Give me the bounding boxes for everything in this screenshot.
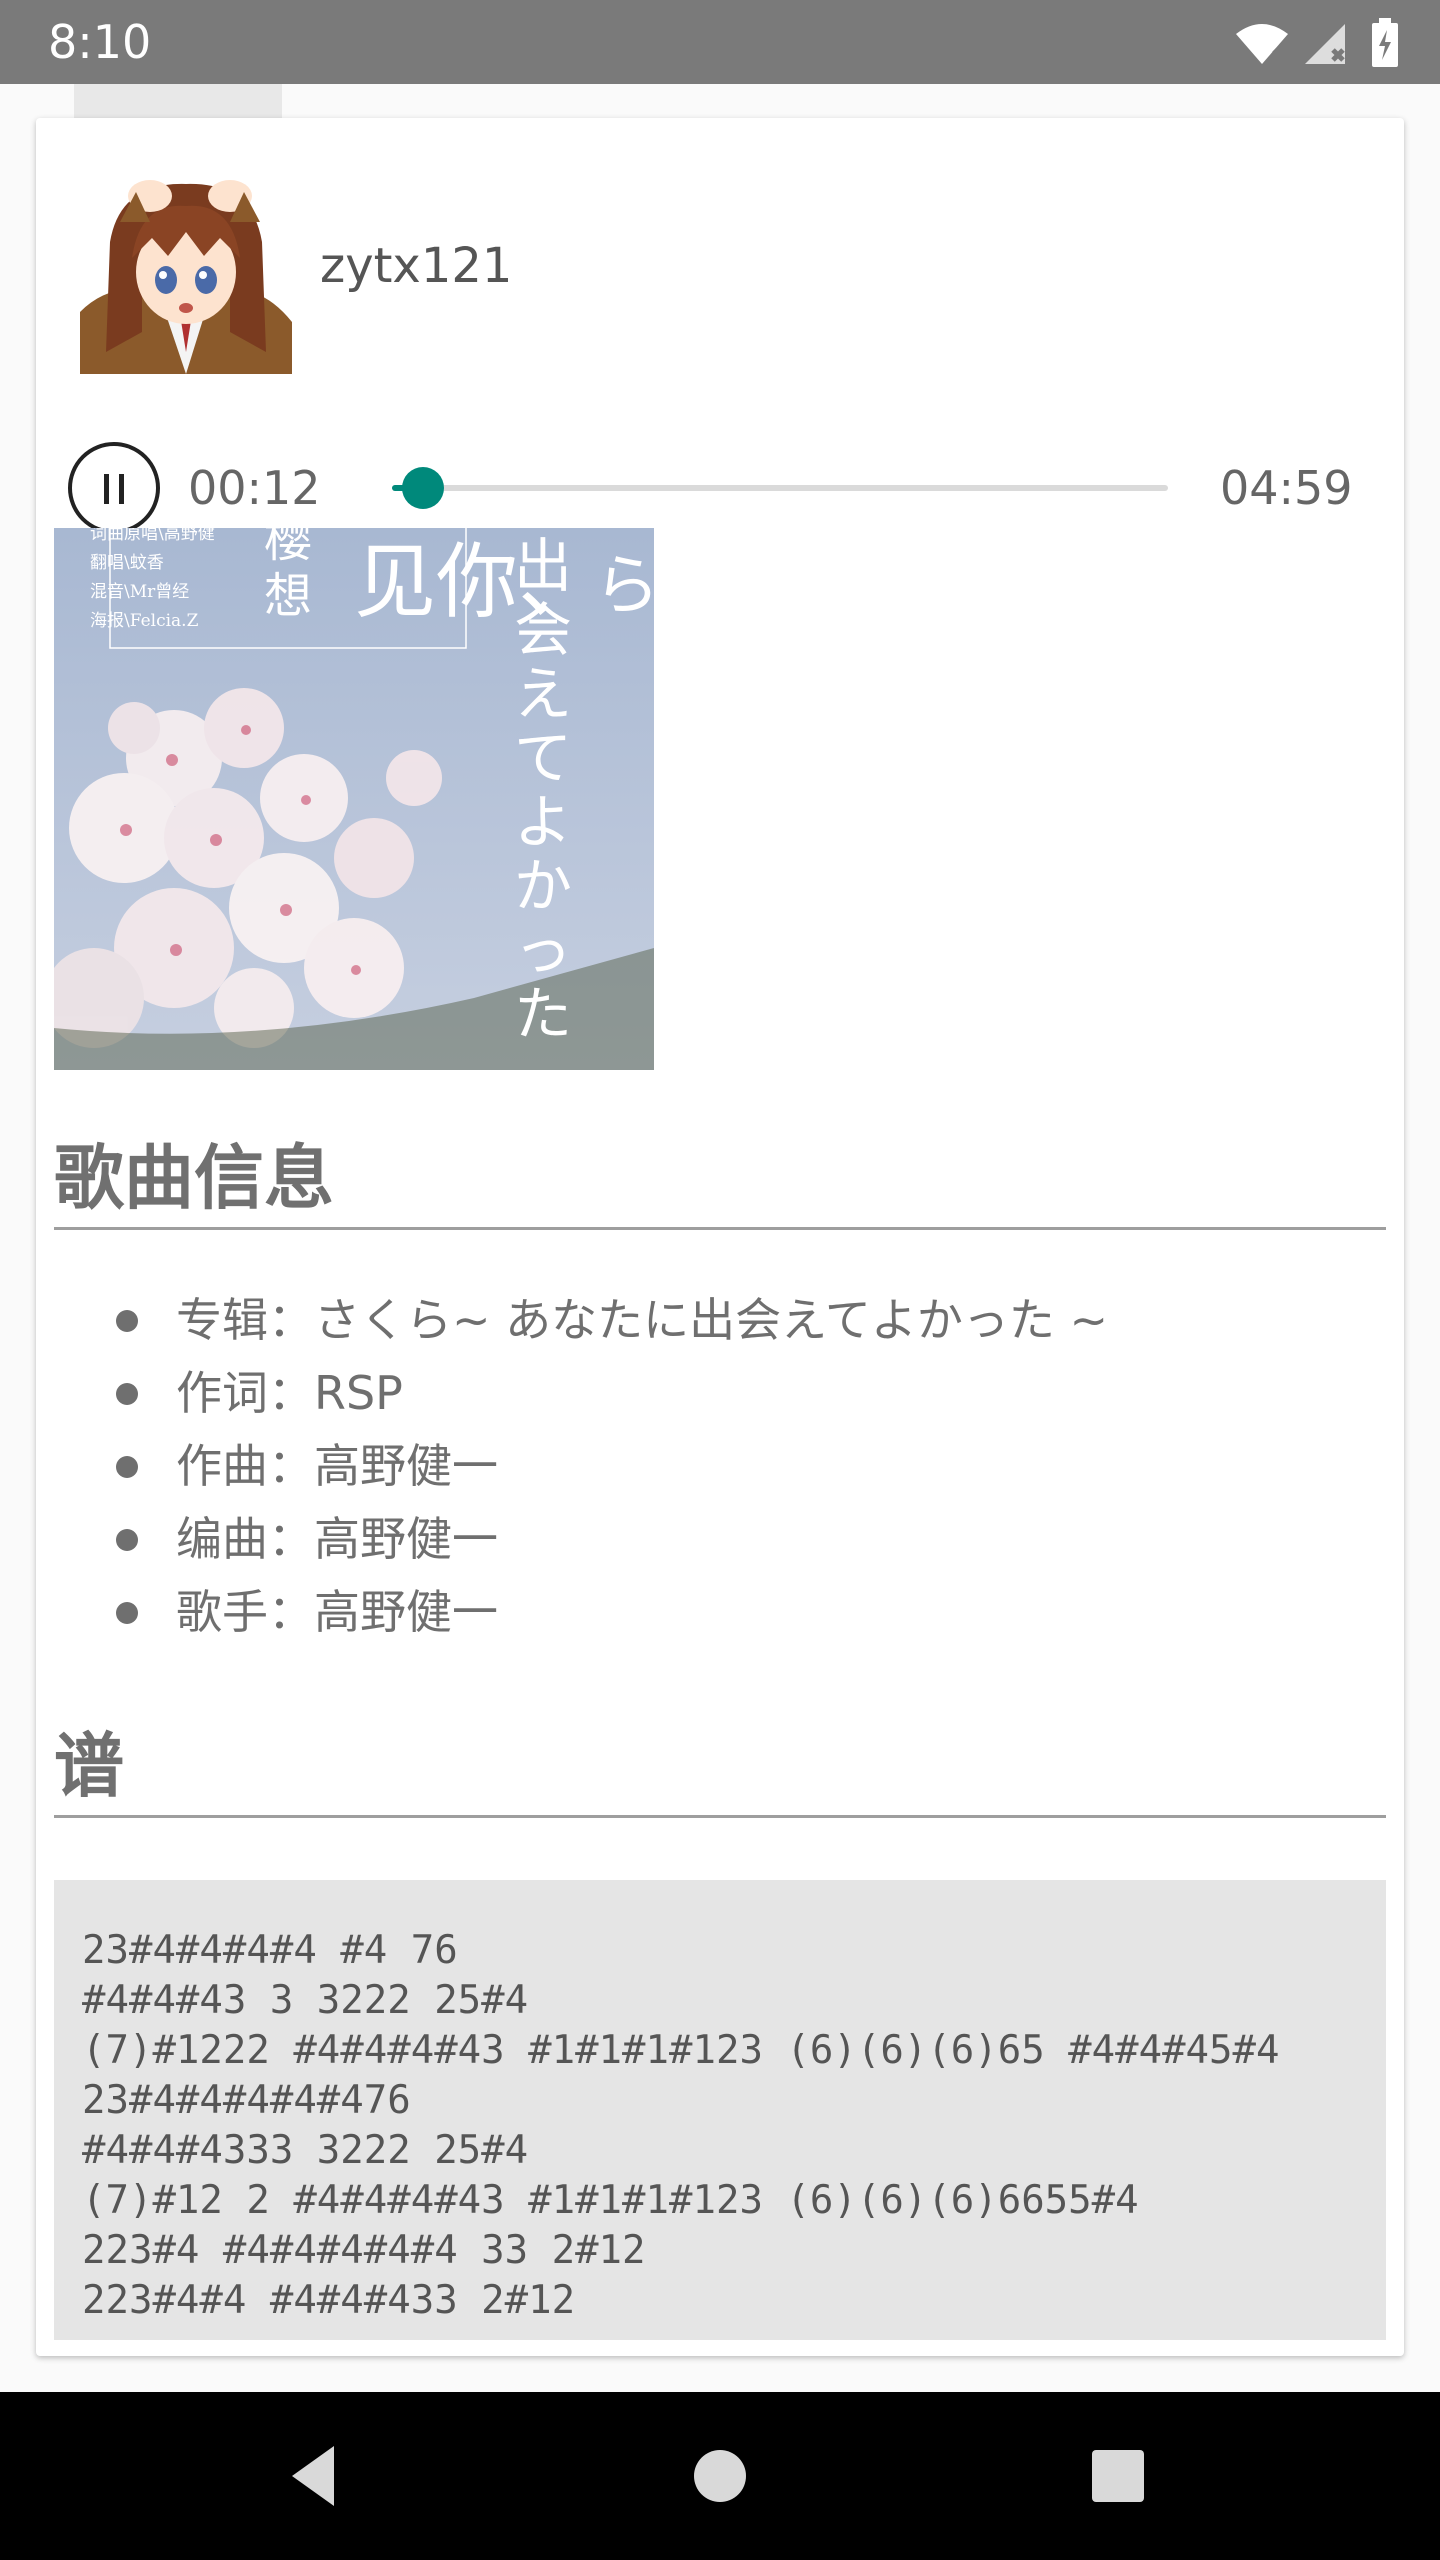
album-cover[interactable]: 词曲原唱\高野健 翻唱\蚊香 混音\Mr曾经 海报\Felcia.Z 樱想 见你…	[54, 528, 654, 1070]
album-info: 专辑：さくら~ あなたに出会えてよかった ~	[176, 1293, 1109, 1347]
score-block: 23#4#4#4#4 #4 76 #4#4#43 3 3222 25#4 (7)…	[54, 1880, 1386, 2340]
song-info-heading: 歌曲信息	[54, 1130, 1386, 1230]
arranger-info: 编曲：高野健一	[176, 1512, 498, 1566]
bullet	[116, 1310, 138, 1332]
cover-credits: 词曲原唱\高野健 翻唱\蚊香 混音\Mr曾经 海报\Felcia.Z	[90, 528, 240, 636]
seek-bar[interactable]	[392, 467, 1168, 509]
total-time: 04:59	[1220, 461, 1353, 515]
cover-credit-line: 混音\Mr曾经	[90, 582, 190, 602]
status-time: 8:10	[48, 15, 152, 69]
singer-info: 歌手：高野健一	[176, 1585, 498, 1639]
composer-info: 作曲：高野健一	[176, 1439, 498, 1493]
status-icons	[1234, 18, 1400, 68]
tab-indicator	[74, 84, 282, 118]
bullet	[116, 1529, 138, 1551]
pause-icon-bar	[119, 474, 124, 504]
recents-icon[interactable]	[1080, 2438, 1156, 2514]
status-bar: 8:10	[0, 0, 1440, 84]
score-line: (7)#1222 #4#4#4#43 #1#1#1#123 (6)(6)(6)6…	[82, 2028, 1280, 2073]
battery-charging-icon	[1372, 18, 1398, 67]
list-item: 作词：RSP	[80, 1357, 1380, 1430]
cover-title-left: 樱想	[264, 528, 313, 624]
avatar-image	[80, 162, 292, 374]
list-item: 作曲：高野健一	[80, 1430, 1380, 1503]
current-time: 00:12	[188, 461, 321, 515]
cover-credit-line: 翻唱\蚊香	[90, 553, 164, 573]
wifi-icon	[1235, 24, 1288, 64]
list-item: 歌手：高野健一	[80, 1576, 1380, 1649]
cover-title-ra: ら	[594, 547, 654, 624]
bullet	[116, 1383, 138, 1405]
seek-thumb[interactable]	[402, 467, 445, 509]
song-card: zytx121 00:12 04:59 词曲原唱\高野健 翻唱\蚊香 混音\Mr…	[36, 118, 1404, 2356]
home-icon[interactable]	[682, 2438, 758, 2514]
list-item: 编曲：高野健一	[80, 1503, 1380, 1576]
avatar[interactable]	[80, 162, 292, 374]
cell-signal-icon	[1304, 24, 1345, 64]
cover-credit-line: 海报\Felcia.Z	[90, 611, 199, 631]
score-heading: 谱	[54, 1718, 1386, 1818]
song-info-list: 专辑：さくら~ あなたに出会えてよかった ~ 作词：RSP 作曲：高野健一 编曲…	[80, 1284, 1380, 1649]
score-line: #4#4#43 3 3222 25#4	[82, 1978, 529, 2023]
list-item: 专辑：さくら~ あなたに出会えてよかった ~	[80, 1284, 1380, 1357]
bullet	[116, 1456, 138, 1478]
score-line: #4#4#4333 3222 25#4	[82, 2128, 529, 2173]
lyricist-info: 作词：RSP	[176, 1366, 403, 1420]
username[interactable]: zytx121	[320, 236, 512, 296]
cover-title-vertical: 出会えてよかった	[514, 532, 573, 1048]
cover-credit-line: 词曲原唱\高野健	[90, 528, 215, 544]
score-line: 23#4#4#4#4 #4 76	[82, 1928, 458, 1973]
pause-button[interactable]	[68, 442, 160, 534]
bullet	[116, 1602, 138, 1624]
back-icon[interactable]	[280, 2438, 356, 2514]
pause-icon	[104, 474, 109, 504]
navigation-bar	[0, 2392, 1440, 2560]
score-line: 223#4#4 #4#4#433 2#12	[82, 2278, 576, 2323]
score-line: 223#4 #4#4#4#4#4 33 2#12	[82, 2228, 646, 2273]
score-line: 23#4#4#4#4#476	[82, 2078, 411, 2123]
cover-title-mid: 见你、	[354, 538, 600, 628]
score-line: (7)#12 2 #4#4#4#43 #1#1#1#123 (6)(6)(6)6…	[82, 2178, 1139, 2223]
